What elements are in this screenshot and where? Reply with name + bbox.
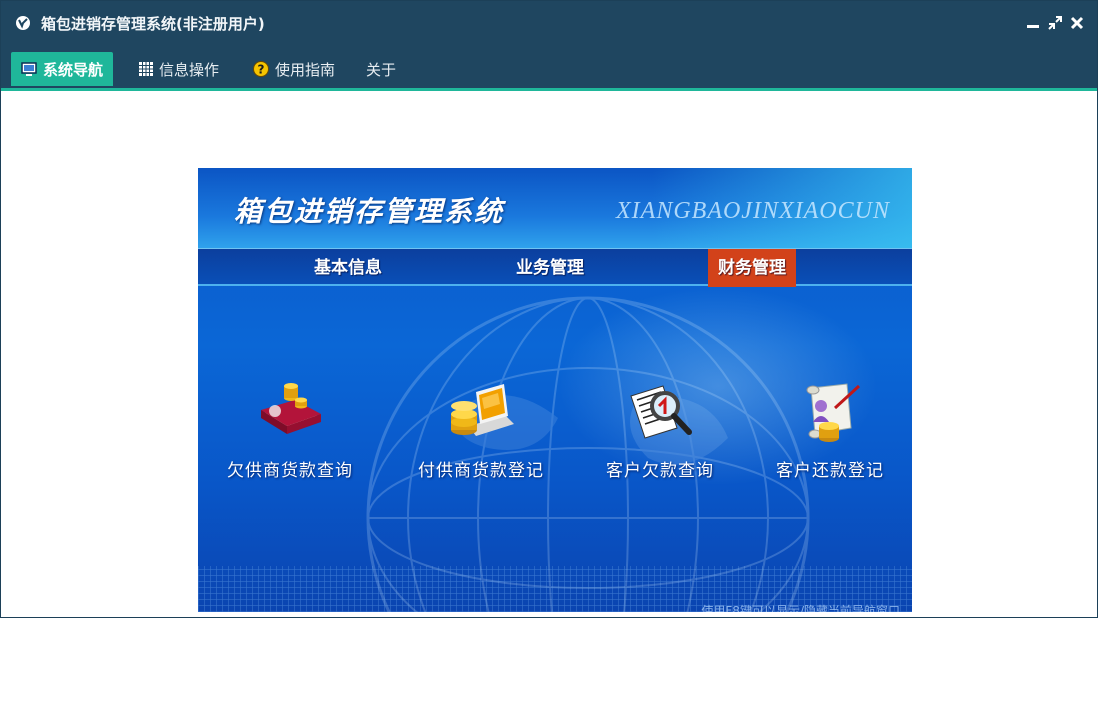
scroll-user-icon xyxy=(806,383,861,442)
menu-item-label: 系统导航 xyxy=(43,60,104,79)
func-label: 客户还款登记 xyxy=(776,461,884,481)
app-logo-icon xyxy=(16,16,30,30)
nav-finance[interactable]: 财务管理 xyxy=(708,249,796,287)
content-area: 箱包进销存管理系统 XIANGBAOJINXIAOCUN 基本信息 业务管理 财… xyxy=(1,91,1097,617)
menu-item-label: 信息操作 xyxy=(159,60,220,79)
minimize-icon[interactable] xyxy=(1025,15,1041,31)
menu-item-label: 使用指南 xyxy=(275,60,336,79)
banner-title: 箱包进销存管理系统 xyxy=(234,195,505,228)
document-magnifier-icon xyxy=(630,385,692,439)
nav-basic-info[interactable]: 基本信息 xyxy=(304,249,392,287)
func-label: 客户欠款查询 xyxy=(606,461,714,481)
f8-hint: 使用F8键可以显示/隐藏当前导航窗口 xyxy=(701,604,900,612)
func-supplier-debt-query[interactable]: 欠供商货款查询 xyxy=(210,378,370,481)
banner-english-title: XIANGBAOJINXIAOCUN xyxy=(616,198,890,224)
grid-icon xyxy=(139,62,153,76)
func-customer-repayment-register[interactable]: 客户还款登记 xyxy=(750,378,910,481)
nav-business[interactable]: 业务管理 xyxy=(506,249,594,287)
menu-item-guide[interactable]: ? 使用指南 xyxy=(243,52,345,86)
app-window: 箱包进销存管理系统(非注册用户) 系统导航 信息操作 ? 使用指南 关于 箱包进… xyxy=(0,0,1098,618)
monitor-icon xyxy=(21,62,37,76)
close-icon[interactable] xyxy=(1069,15,1085,31)
func-supplier-payment-register[interactable]: 付供商货款登记 xyxy=(401,378,561,481)
menu-bar: 系统导航 信息操作 ? 使用指南 关于 xyxy=(1,47,1097,91)
laptop-coins-icon xyxy=(451,384,514,436)
title-bar[interactable]: 箱包进销存管理系统(非注册用户) xyxy=(1,1,1097,47)
menu-item-about[interactable]: 关于 xyxy=(356,52,406,86)
help-icon: ? xyxy=(253,61,269,77)
menu-item-info-ops[interactable]: 信息操作 xyxy=(129,52,229,86)
func-label: 付供商货款登记 xyxy=(418,461,544,481)
func-label: 欠供商货款查询 xyxy=(227,461,353,481)
restore-icon[interactable] xyxy=(1047,15,1063,31)
book-coins-icon xyxy=(261,383,321,434)
window-title: 箱包进销存管理系统(非注册用户) xyxy=(41,15,265,33)
navigation-panel: 箱包进销存管理系统 XIANGBAOJINXIAOCUN 基本信息 业务管理 财… xyxy=(198,168,912,612)
banner-nav: 基本信息 业务管理 财务管理 xyxy=(198,248,912,287)
menu-item-label: 关于 xyxy=(366,60,397,79)
svg-text:?: ? xyxy=(258,63,265,77)
func-customer-debt-query[interactable]: 客户欠款查询 xyxy=(580,378,740,481)
menu-item-system-nav[interactable]: 系统导航 xyxy=(11,52,114,86)
